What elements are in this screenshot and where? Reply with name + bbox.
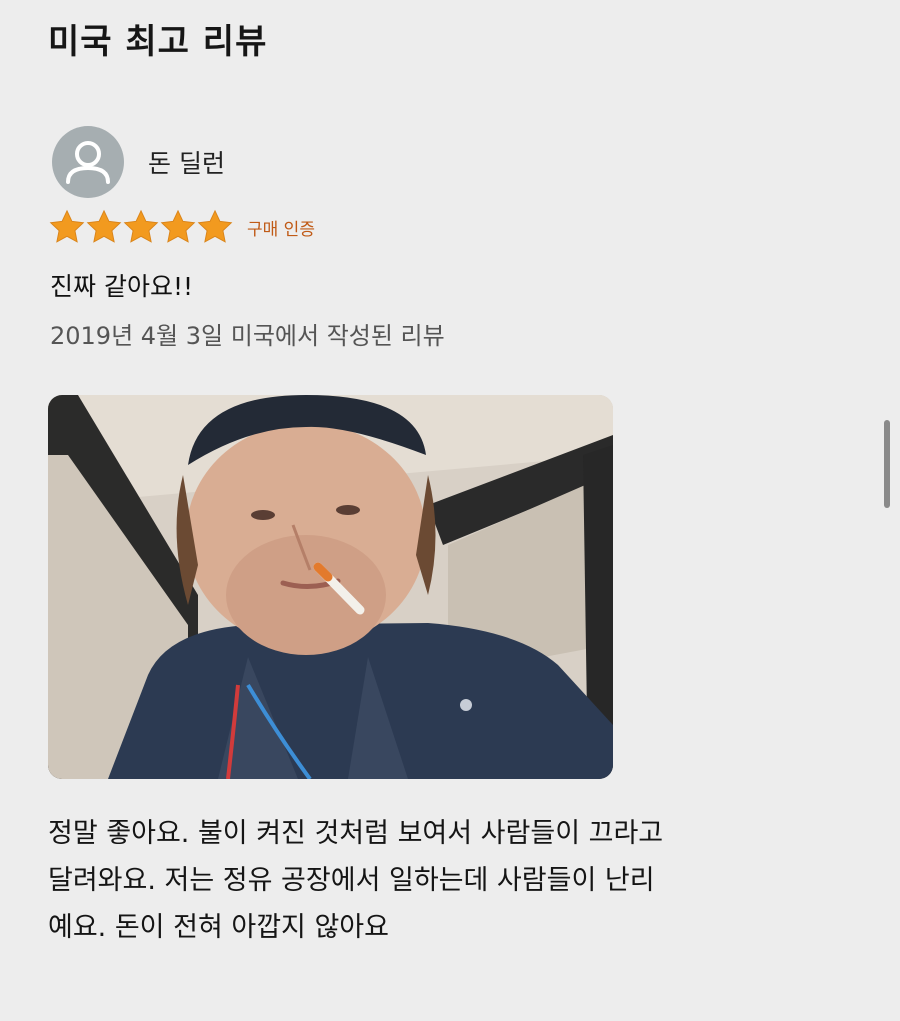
star-rating — [48, 208, 233, 246]
reviewer-profile[interactable]: 돈 딜런 — [52, 126, 225, 198]
review-body-line: 예요. 돈이 전혀 아깝지 않아요 — [48, 912, 389, 943]
person-avatar-icon — [52, 126, 124, 198]
star-icon — [86, 209, 122, 243]
verified-purchase-badge: 구매 인증 — [247, 219, 315, 240]
vertical-scrollbar[interactable] — [884, 420, 890, 508]
review-body-line: 정말 좋아요. 불이 켜진 것처럼 보여서 사람들이 끄라고 — [48, 818, 664, 849]
review-photo[interactable] — [48, 395, 613, 779]
star-icon — [197, 209, 233, 243]
review-photo-image — [48, 395, 613, 779]
review-body: 정말 좋아요. 불이 켜진 것처럼 보여서 사람들이 끄라고 달려와요. 저는 … — [48, 810, 848, 951]
star-icon — [123, 209, 159, 243]
section-title: 미국 최고 리뷰 — [48, 22, 268, 62]
star-icon — [160, 209, 196, 243]
review-title: 진짜 같아요!! — [50, 272, 193, 301]
reviewer-name: 돈 딜런 — [148, 149, 225, 178]
star-icon — [49, 209, 85, 243]
review-body-line: 달려와요. 저는 정유 공장에서 일하는데 사람들이 난리 — [48, 865, 655, 896]
rating-row: 구매 인증 — [48, 208, 315, 246]
review-date: 2019년 4월 3일 미국에서 작성된 리뷰 — [50, 322, 445, 350]
